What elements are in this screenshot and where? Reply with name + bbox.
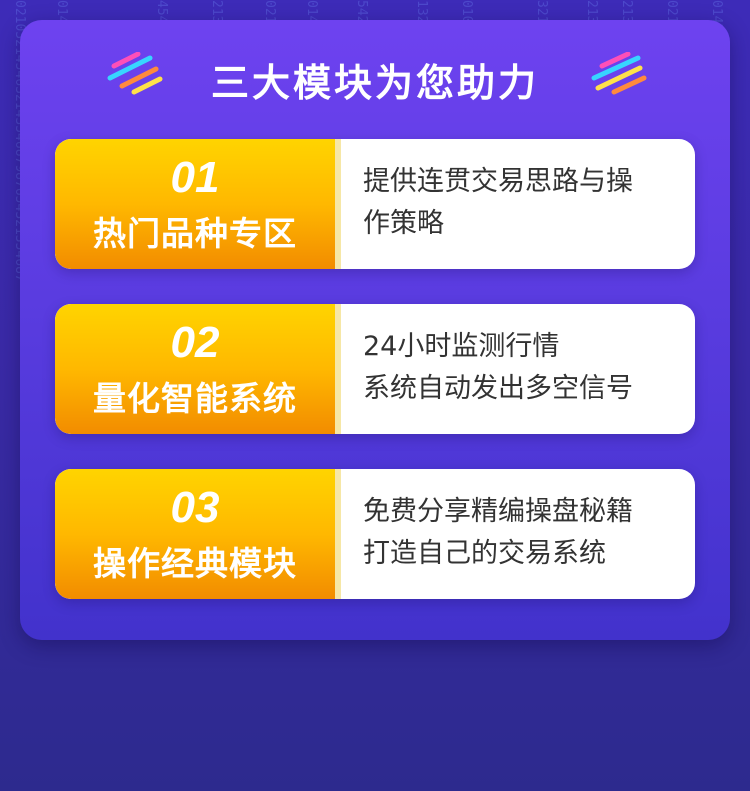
module-card-quant-system[interactable]: 02 量化智能系统 24小时监测行情 系统自动发出多空信号 bbox=[55, 304, 695, 434]
module-description-line: 免费分享精编操盘秘籍 bbox=[363, 496, 633, 527]
module-number: 02 bbox=[170, 318, 220, 367]
module-card-classic-operations[interactable]: 03 操作经典模块 免费分享精编操盘秘籍 打造自己的交易系统 bbox=[55, 469, 695, 599]
module-description-line: 作策略 bbox=[363, 208, 444, 239]
module-description-line: 24小时监测行情 bbox=[363, 331, 560, 362]
module-description: 免费分享精编操盘秘籍 打造自己的交易系统 bbox=[363, 491, 683, 575]
module-number: 03 bbox=[170, 483, 220, 532]
module-description: 24小时监测行情 系统自动发出多空信号 bbox=[363, 326, 683, 410]
stripes-icon bbox=[591, 52, 647, 95]
module-name: 量化智能系统 bbox=[93, 379, 297, 418]
module-card-hot-products[interactable]: 01 热门品种专区 提供连贯交易思路与操 作策略 bbox=[55, 139, 695, 269]
module-description: 提供连贯交易思路与操 作策略 bbox=[363, 161, 683, 245]
module-description-line: 打造自己的交易系统 bbox=[363, 538, 606, 569]
module-description-line: 系统自动发出多空信号 bbox=[363, 373, 633, 404]
module-number: 01 bbox=[170, 153, 220, 202]
module-description-line: 提供连贯交易思路与操 bbox=[363, 166, 633, 197]
module-name: 热门品种专区 bbox=[93, 214, 297, 253]
module-name: 操作经典模块 bbox=[93, 544, 297, 583]
